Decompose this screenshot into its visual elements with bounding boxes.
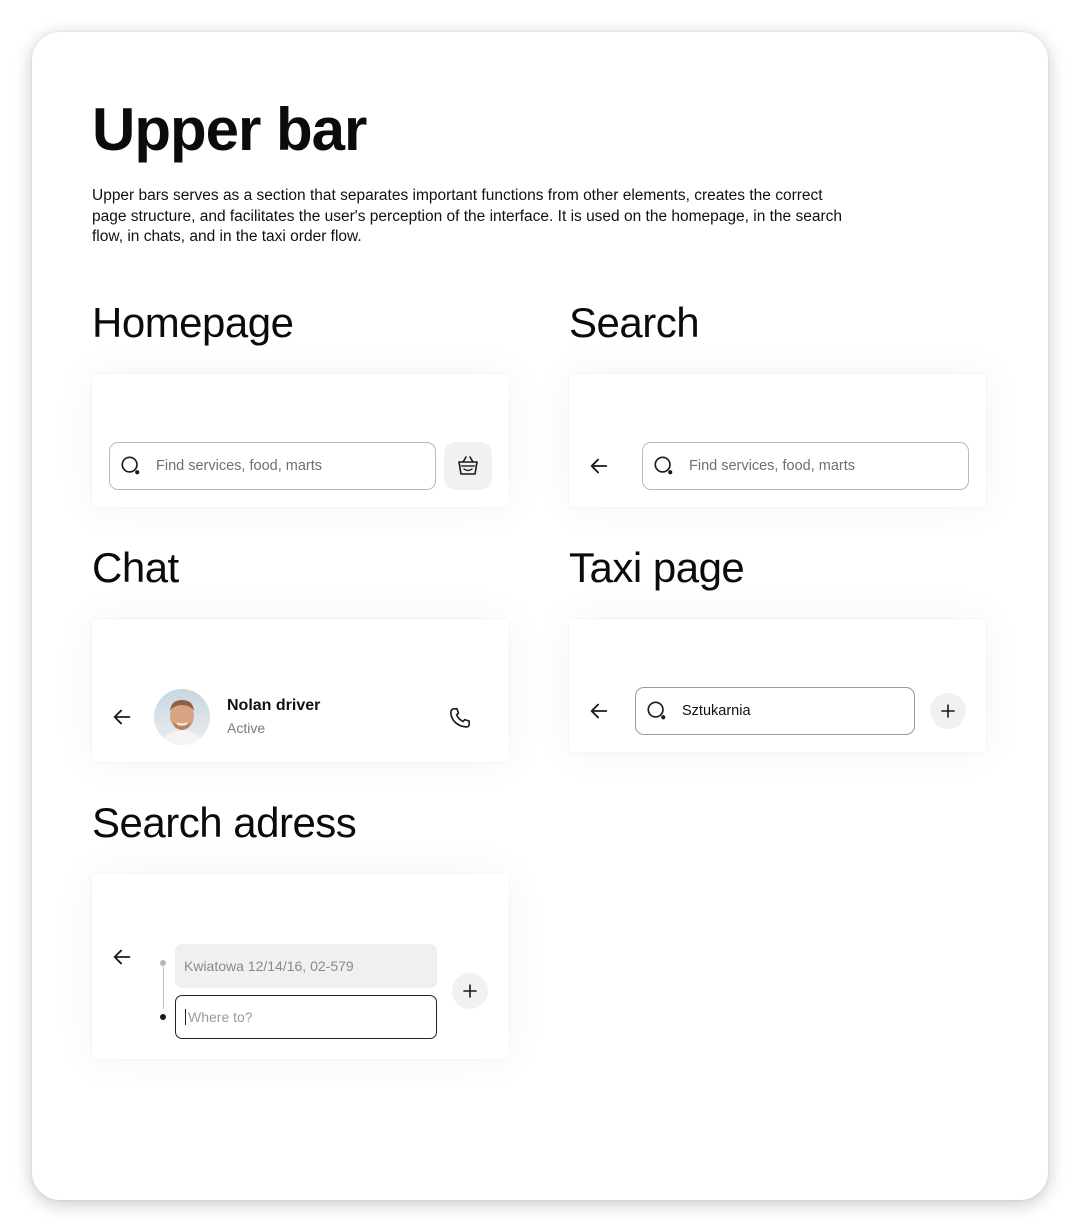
contact-name: Nolan driver <box>227 697 321 714</box>
add-stop-button[interactable] <box>930 693 966 729</box>
basket-button[interactable] <box>444 442 492 490</box>
plus-icon <box>941 704 955 718</box>
avatar[interactable] <box>154 689 210 745</box>
section-title-taxi: Taxi page <box>569 544 745 591</box>
contact-status: Active <box>227 720 266 736</box>
back-button[interactable] <box>110 705 134 729</box>
plus-icon <box>463 984 477 998</box>
route-end-dot <box>160 1014 166 1020</box>
section-title-search: Search <box>569 299 700 346</box>
search-icon <box>654 456 673 475</box>
taxi-upper-bar: Sztukarnia <box>569 619 986 752</box>
arrow-left-icon <box>113 949 131 965</box>
search-placeholder: Find services, food, marts <box>689 458 855 474</box>
section-title-homepage: Homepage <box>92 299 294 346</box>
search-upper-bar: Find services, food, marts <box>569 374 986 507</box>
search-icon <box>647 701 666 720</box>
chat-upper-bar: Nolan driver Active <box>92 619 509 762</box>
call-button[interactable] <box>447 705 473 731</box>
to-address-input[interactable]: Where to? <box>175 995 437 1039</box>
route-line <box>163 967 164 1009</box>
page-title: Upper bar <box>92 96 367 163</box>
arrow-left-icon <box>590 458 608 474</box>
back-button[interactable] <box>587 699 611 723</box>
section-title-search-address: Search adress <box>92 799 357 846</box>
search-placeholder: Find services, food, marts <box>156 458 322 474</box>
homepage-search-input[interactable]: Find services, food, marts <box>109 442 436 490</box>
basket-icon <box>458 456 478 475</box>
search-icon <box>121 456 140 475</box>
taxi-destination-input[interactable]: Sztukarnia <box>635 687 915 735</box>
route-start-dot <box>160 960 166 966</box>
search-input[interactable]: Find services, food, marts <box>642 442 969 490</box>
back-button[interactable] <box>110 945 134 969</box>
search-value: Sztukarnia <box>682 703 751 719</box>
from-address-field[interactable]: Kwiatowa 12/14/16, 02-579 <box>175 944 437 988</box>
text-caret <box>185 1009 186 1025</box>
back-button[interactable] <box>587 454 611 478</box>
arrow-left-icon <box>590 703 608 719</box>
search-address-upper-bar: Kwiatowa 12/14/16, 02-579 Where to? <box>92 874 509 1059</box>
driver-photo <box>154 689 210 745</box>
add-stop-button[interactable] <box>452 973 488 1009</box>
page-description: Upper bars serves as a section that sepa… <box>92 187 842 245</box>
from-address-value: Kwiatowa 12/14/16, 02-579 <box>184 958 354 974</box>
homepage-upper-bar: Find services, food, marts <box>92 374 509 507</box>
to-address-placeholder: Where to? <box>188 1009 253 1025</box>
arrow-left-icon <box>113 709 131 725</box>
section-title-chat: Chat <box>92 544 179 591</box>
phone-icon <box>450 707 471 728</box>
